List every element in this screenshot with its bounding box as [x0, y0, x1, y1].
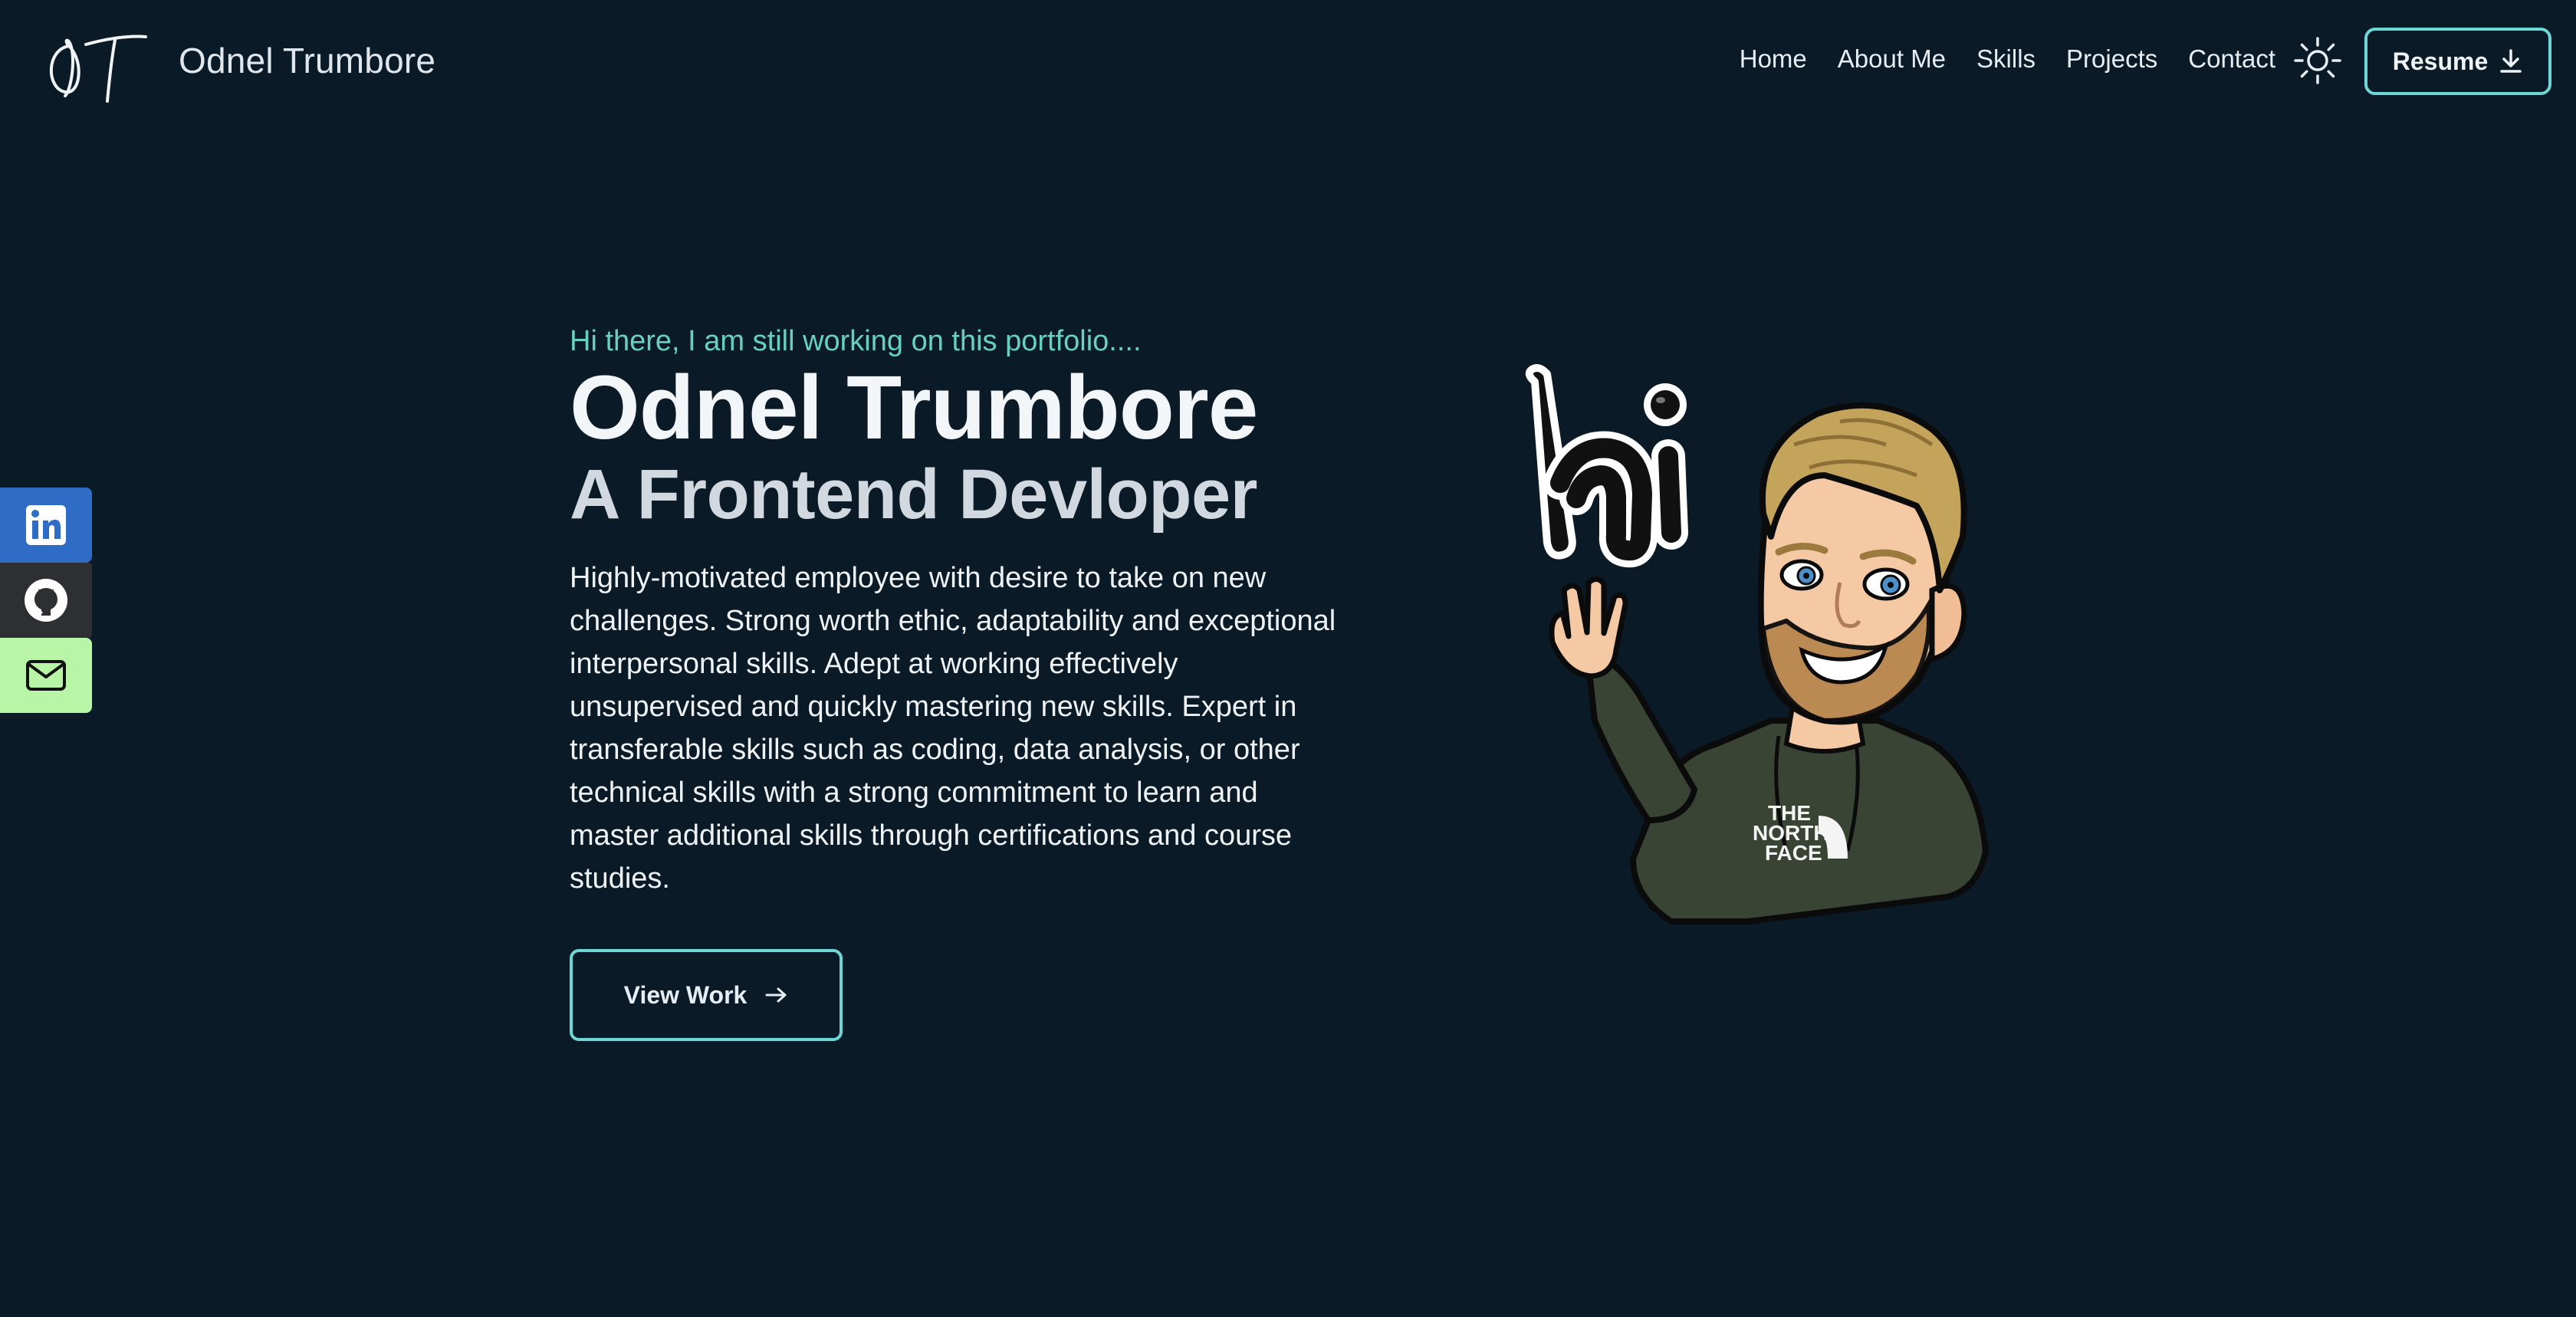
avatar-illustration: THE NORTH FACE — [1518, 360, 2055, 928]
linkedin-link[interactable] — [0, 488, 92, 563]
hero-name: Odnel Trumbore — [570, 357, 1258, 458]
linkedin-icon — [26, 505, 66, 545]
social-sidebar — [0, 488, 92, 713]
sun-icon — [2294, 37, 2341, 84]
hero-greeting: Hi there, I am still working on this por… — [570, 325, 1142, 357]
mail-icon — [26, 660, 66, 691]
theme-toggle-button[interactable] — [2292, 35, 2343, 86]
hero-description: Highly-motivated employee with desire to… — [570, 562, 1336, 895]
hi-speech — [1525, 364, 1688, 568]
svg-text:FACE: FACE — [1765, 841, 1822, 865]
nav-contact[interactable]: Contact — [2188, 44, 2275, 74]
nav-projects[interactable]: Projects — [2066, 44, 2157, 74]
github-link[interactable] — [0, 563, 92, 638]
nav-links: Home About Me Skills Projects Contact — [1740, 44, 2275, 74]
hero-role: A Frontend Devloper — [570, 455, 1257, 534]
resume-label: Resume — [2392, 47, 2489, 75]
view-work-label: View Work — [623, 980, 748, 1009]
nav-skills[interactable]: Skills — [1976, 44, 2036, 74]
resume-button[interactable]: Resume — [2364, 28, 2551, 95]
email-link[interactable] — [0, 638, 92, 713]
view-work-button[interactable]: View Work — [570, 949, 843, 1042]
arrow-right-icon — [765, 987, 787, 1003]
bitmoji-avatar-image: THE NORTH FACE — [1525, 364, 1989, 925]
top-navbar: Odnel Trumbore Home About Me Skills Proj… — [0, 0, 2576, 123]
brand-name[interactable]: Odnel Trumbore — [179, 40, 435, 81]
nav-about-me[interactable]: About Me — [1838, 44, 1946, 74]
nav-home[interactable]: Home — [1740, 44, 1807, 74]
github-icon — [25, 579, 67, 622]
logo[interactable] — [38, 15, 153, 107]
logo-signature-icon — [49, 34, 147, 103]
download-icon — [2500, 49, 2522, 73]
hero-section: Hi there, I am still working on this por… — [570, 325, 1375, 1042]
